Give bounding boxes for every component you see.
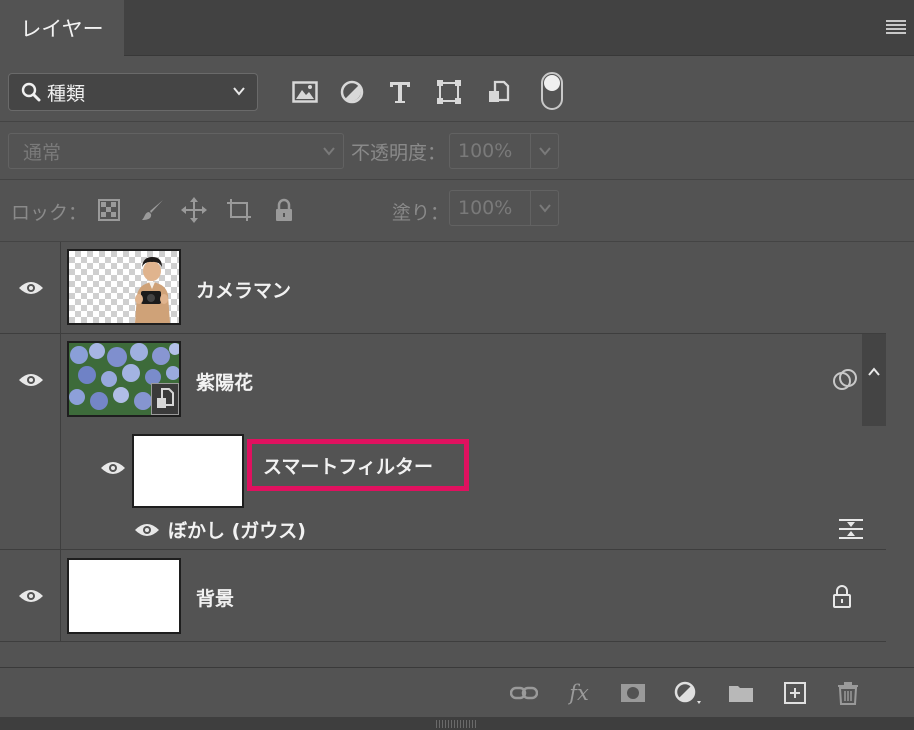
filter-blending-options-icon[interactable] bbox=[838, 518, 864, 540]
lock-artboard-icon[interactable] bbox=[226, 197, 252, 223]
search-icon bbox=[21, 82, 41, 102]
lock-row: ロック： 塗り： 100% bbox=[0, 180, 914, 242]
add-mask-icon[interactable] bbox=[619, 680, 647, 706]
smart-filter-name: スマートフィルター bbox=[263, 455, 434, 478]
smart-filter-indicator-icon[interactable] bbox=[832, 368, 858, 392]
layer-style-icon[interactable]: fx bbox=[565, 680, 593, 706]
layer-filter-row: 種類 bbox=[0, 56, 914, 122]
eye-icon[interactable] bbox=[18, 588, 44, 604]
grip-lines bbox=[436, 720, 476, 728]
layer-thumbnail[interactable] bbox=[67, 249, 181, 325]
layers-bottom-toolbar: fx bbox=[0, 667, 914, 717]
adjustment-layer-icon[interactable] bbox=[673, 680, 701, 706]
opacity-label: 不透明度： bbox=[351, 142, 447, 164]
layer-thumbnail[interactable] bbox=[67, 341, 181, 417]
panel-tab-bar: レイヤー bbox=[0, 0, 914, 56]
lock-all-icon[interactable] bbox=[271, 197, 297, 223]
filter-name-gaussian-blur[interactable]: ぼかし (ガウス) bbox=[168, 516, 306, 543]
layer-name[interactable]: 背景 bbox=[196, 584, 234, 611]
lock-position-icon[interactable] bbox=[181, 197, 207, 223]
chevron-up-icon bbox=[868, 367, 880, 376]
fill-input[interactable]: 100% bbox=[449, 190, 531, 226]
lock-icon bbox=[833, 585, 851, 608]
smart-object-badge bbox=[151, 383, 179, 415]
image-filter-icon[interactable] bbox=[291, 78, 319, 106]
layer-name[interactable]: 紫陽花 bbox=[196, 368, 253, 395]
shape-filter-icon[interactable] bbox=[435, 78, 463, 106]
fx-label: fx bbox=[569, 681, 589, 705]
panel-resize-grip[interactable] bbox=[0, 717, 914, 730]
fill-dropdown-button[interactable] bbox=[531, 190, 559, 226]
hamburger-menu-icon[interactable] bbox=[886, 20, 906, 34]
tab-layers[interactable]: レイヤー bbox=[0, 0, 124, 56]
eye-icon[interactable] bbox=[100, 460, 126, 476]
layer-row[interactable]: カメラマン bbox=[0, 242, 886, 334]
layers-scrollbar[interactable] bbox=[886, 242, 914, 667]
opacity-input[interactable]: 100% bbox=[449, 133, 531, 169]
layers-list: カメラマン 紫陽花 スマートフィルター ぼかし (ガウス) 背景 bbox=[0, 242, 886, 667]
visibility-column bbox=[0, 242, 61, 333]
layer-row[interactable]: 紫陽花 スマートフィルター ぼかし (ガウス) bbox=[0, 334, 886, 550]
filter-kind-select[interactable]: 種類 bbox=[8, 73, 258, 111]
eye-icon[interactable] bbox=[18, 372, 44, 388]
eye-icon[interactable] bbox=[18, 280, 44, 296]
smart-filter-label[interactable]: スマートフィルター bbox=[247, 439, 469, 491]
link-layers-icon[interactable] bbox=[510, 680, 538, 706]
chevron-down-icon bbox=[233, 87, 245, 96]
layer-row[interactable]: 背景 bbox=[0, 550, 886, 642]
smart-object-filter-icon[interactable] bbox=[484, 78, 512, 106]
type-filter-icon[interactable] bbox=[386, 78, 414, 106]
toggle-knob bbox=[544, 75, 560, 91]
adjustment-filter-icon[interactable] bbox=[338, 78, 366, 106]
visibility-column bbox=[0, 334, 61, 549]
lock-label: ロック： bbox=[11, 202, 88, 224]
person-with-camera-image bbox=[135, 257, 170, 323]
blend-row: 通常 不透明度： 100% bbox=[0, 122, 914, 180]
collapse-filters-button[interactable] bbox=[862, 334, 886, 426]
opacity-value: 100% bbox=[458, 140, 513, 162]
lock-image-pixels-icon[interactable] bbox=[140, 197, 166, 223]
eye-icon[interactable] bbox=[134, 522, 160, 538]
chevron-down-icon bbox=[538, 147, 551, 156]
smart-filter-mask-thumbnail[interactable] bbox=[132, 434, 244, 508]
chevron-down-icon bbox=[323, 147, 335, 156]
delete-layer-icon[interactable] bbox=[834, 680, 862, 706]
fill-label: 塗り： bbox=[392, 202, 450, 224]
new-layer-icon[interactable] bbox=[781, 680, 809, 706]
filter-toggle-switch[interactable] bbox=[541, 72, 563, 110]
group-folder-icon[interactable] bbox=[727, 680, 755, 706]
lock-transparent-pixels-icon[interactable] bbox=[96, 197, 122, 223]
layer-thumbnail[interactable] bbox=[67, 558, 181, 634]
blend-mode-value: 通常 bbox=[23, 141, 62, 164]
fill-value: 100% bbox=[458, 197, 513, 219]
layer-name[interactable]: カメラマン bbox=[196, 276, 291, 303]
filter-kind-label: 種類 bbox=[47, 82, 86, 105]
opacity-dropdown-button[interactable] bbox=[531, 133, 559, 169]
smart-object-icon bbox=[157, 388, 174, 408]
visibility-column bbox=[0, 550, 61, 641]
blend-mode-select[interactable]: 通常 bbox=[8, 133, 344, 169]
chevron-down-icon bbox=[538, 204, 551, 213]
